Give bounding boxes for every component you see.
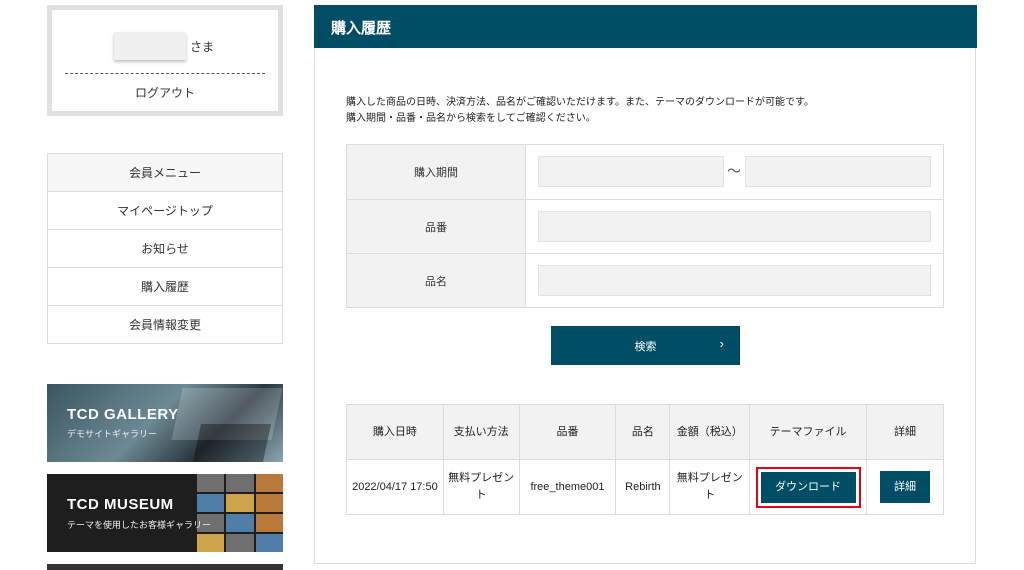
number-field: [526, 200, 943, 253]
product-number-input[interactable]: [538, 211, 931, 242]
period-label: 購入期間: [347, 145, 526, 199]
banner-title: TCD MUSEUM: [67, 496, 174, 513]
redacted-user-name: [114, 32, 186, 60]
period-start-input[interactable]: [538, 156, 724, 187]
user-suffix: さま: [190, 40, 215, 54]
purchase-history-table: 購入日時 支払い方法 品番 品名 金額（税込） テーマファイル 詳細 2022/…: [346, 404, 944, 515]
download-highlight: ダウンロード: [755, 466, 861, 508]
detail-cell: 詳細: [866, 459, 944, 515]
chevron-right-icon: ›: [719, 336, 724, 351]
intro-line: 購入期間・品番・品名から検索をしてご確認ください。: [346, 113, 596, 124]
purchase-date-cell: 2022/04/17 17:50: [346, 459, 444, 515]
column-header: 購入日時: [346, 404, 444, 460]
table-header-row: 購入日時 支払い方法 品番 品名 金額（税込） テーマファイル 詳細: [346, 404, 944, 460]
column-header: 品番: [518, 404, 617, 460]
banner-subtitle: テーマを使用したお客様ギャラリー: [67, 520, 212, 530]
divider: [65, 73, 265, 74]
menu-item-purchase-history[interactable]: 購入履歴: [48, 267, 282, 305]
form-row-number: 品番: [347, 199, 943, 253]
price-cell: 無料プレゼント: [669, 459, 751, 515]
column-header: テーマファイル: [749, 404, 868, 460]
form-row-period: 購入期間 ～: [347, 145, 943, 199]
member-menu: 会員メニュー マイページトップ お知らせ 購入履歴 会員情報変更: [47, 153, 283, 344]
purchase-history-panel: 購入履歴 購入した商品の日時、決済方法、品名がご確認いただけます。また、テーマの…: [314, 5, 977, 564]
intro-line: 購入した商品の日時、決済方法、品名がご確認いただけます。また、テーマのダウンロー…: [346, 97, 814, 108]
menu-item-news[interactable]: お知らせ: [48, 229, 282, 267]
search-button-label: 検索: [634, 341, 657, 353]
menu-item-mypage-top[interactable]: マイページトップ: [48, 191, 282, 229]
name-label: 品名: [347, 254, 526, 307]
search-form: 購入期間 ～ 品番 品名: [346, 144, 944, 308]
user-box: さま ログアウト: [47, 5, 283, 116]
name-field: [526, 254, 943, 307]
column-header: 詳細: [866, 404, 944, 460]
column-header: 品名: [615, 404, 671, 460]
banner-subtitle: デモサイトギャラリー: [67, 429, 158, 439]
intro-text: 購入した商品の日時、決済方法、品名がご確認いただけます。また、テーマのダウンロー…: [346, 95, 814, 127]
payment-cell: 無料プレゼント: [442, 459, 520, 515]
form-row-name: 品名: [347, 253, 943, 307]
column-header: 金額（税込）: [669, 404, 751, 460]
period-end-input[interactable]: [745, 156, 931, 187]
gallery-banner[interactable]: TCD GALLERY デモサイトギャラリー: [47, 384, 283, 462]
panel-header: 購入履歴: [314, 5, 977, 48]
column-header: 支払い方法: [442, 404, 520, 460]
user-greeting: さま: [52, 28, 278, 62]
page-title: 購入履歴: [331, 20, 392, 37]
product-name-input[interactable]: [538, 265, 931, 296]
detail-button[interactable]: 詳細: [880, 471, 931, 503]
menu-item-profile-edit[interactable]: 会員情報変更: [48, 305, 282, 343]
download-button[interactable]: ダウンロード: [760, 471, 856, 503]
product-number-cell: free_theme001: [518, 459, 617, 515]
logout-link[interactable]: ログアウト: [52, 84, 278, 101]
banner-partial[interactable]: [47, 564, 283, 570]
period-field: ～: [526, 145, 943, 199]
banner-image: [192, 424, 272, 462]
banner-image: [197, 474, 283, 552]
menu-heading: 会員メニュー: [48, 154, 282, 191]
banner-title: TCD GALLERY: [67, 406, 179, 423]
number-label: 品番: [347, 200, 526, 253]
theme-file-cell: ダウンロード: [749, 459, 868, 515]
search-button[interactable]: 検索 ›: [551, 326, 740, 365]
period-separator: ～: [727, 163, 741, 179]
product-name-cell: Rebirth: [615, 459, 671, 515]
table-row: 2022/04/17 17:50 無料プレゼント free_theme001 R…: [346, 459, 944, 515]
museum-banner[interactable]: TCD MUSEUM テーマを使用したお客様ギャラリー: [47, 474, 283, 552]
